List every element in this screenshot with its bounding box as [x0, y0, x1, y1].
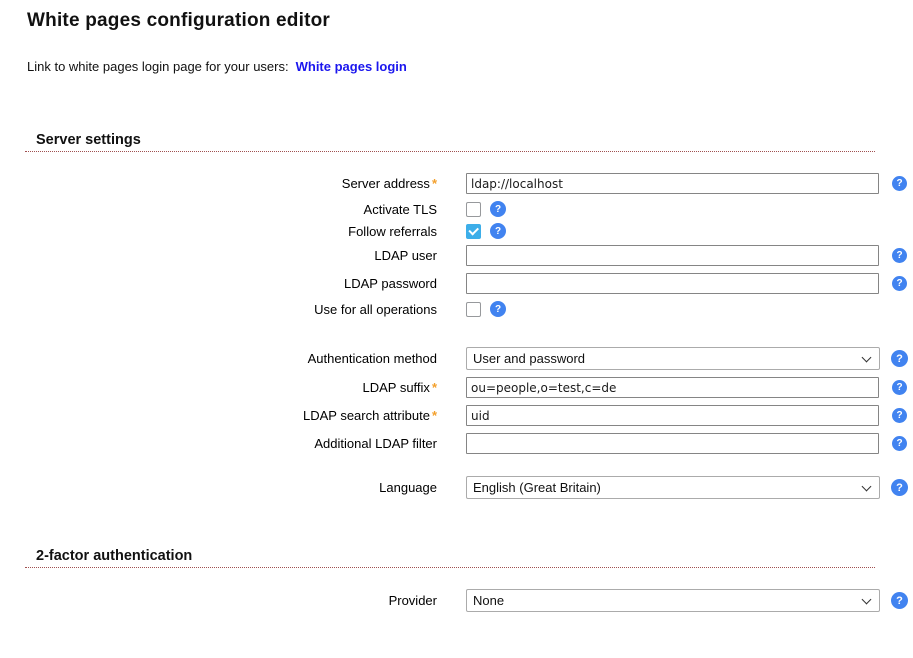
intro-line: Link to white pages login page for your … [27, 59, 913, 74]
ldap-search-attribute-input[interactable] [466, 405, 879, 426]
authentication-method-label-cell: Authentication method [25, 351, 437, 366]
help-icon[interactable]: ? [892, 380, 907, 395]
language-label: Language [379, 480, 437, 495]
additional-ldap-filter-label-cell: Additional LDAP filter [25, 436, 437, 451]
use-for-all-operations-checkbox[interactable] [466, 302, 481, 317]
language-label-cell: Language [25, 480, 437, 495]
row-follow-referrals: Follow referrals ? [25, 223, 913, 239]
ldap-password-input[interactable] [466, 273, 879, 294]
authentication-method-select[interactable]: User and password [466, 347, 880, 370]
row-language: Language English (Great Britain) ? [25, 476, 913, 499]
page-title: White pages configuration editor [27, 10, 913, 32]
use-for-all-operations-label: Use for all operations [314, 302, 437, 317]
help-icon[interactable]: ? [892, 436, 907, 451]
ldap-user-label: LDAP user [374, 248, 437, 263]
row-server-address: Server address* ? [25, 173, 913, 194]
activate-tls-label: Activate TLS [364, 202, 437, 217]
row-ldap-suffix: LDAP suffix* ? [25, 377, 913, 398]
language-selected-value: English (Great Britain) [473, 480, 601, 495]
section-title-server-settings: Server settings [36, 132, 141, 148]
help-icon[interactable]: ? [490, 201, 506, 217]
additional-ldap-filter-label: Additional LDAP filter [314, 436, 437, 451]
row-ldap-search-attribute: LDAP search attribute* ? [25, 405, 913, 426]
ldap-password-label: LDAP password [344, 276, 437, 291]
row-activate-tls: Activate TLS ? [25, 201, 913, 217]
help-icon[interactable]: ? [490, 301, 506, 317]
activate-tls-checkbox[interactable] [466, 202, 481, 217]
section-server-settings-header: Server settings [25, 131, 875, 152]
provider-select[interactable]: None [466, 589, 880, 612]
help-icon[interactable]: ? [891, 592, 908, 609]
ldap-suffix-label: LDAP suffix [362, 380, 429, 395]
help-icon[interactable]: ? [892, 408, 907, 423]
follow-referrals-checkbox[interactable] [466, 224, 481, 239]
server-address-label-cell: Server address* [25, 176, 437, 191]
ldap-search-attribute-label-cell: LDAP search attribute* [25, 408, 437, 423]
provider-selected-value: None [473, 593, 504, 608]
section-title-2fa: 2-factor authentication [36, 548, 192, 564]
server-settings-form: Server address* ? Activate TLS ? Follow … [0, 173, 913, 499]
activate-tls-label-cell: Activate TLS [25, 202, 437, 217]
help-icon[interactable]: ? [892, 248, 907, 263]
row-ldap-user: LDAP user ? [25, 245, 913, 266]
ldap-suffix-input[interactable] [466, 377, 879, 398]
use-for-all-operations-label-cell: Use for all operations [25, 302, 437, 317]
required-asterisk: * [432, 408, 437, 423]
authentication-method-selected-value: User and password [473, 351, 585, 366]
row-provider: Provider None ? [25, 589, 913, 612]
intro-text: Link to white pages login page for your … [27, 59, 289, 74]
help-icon[interactable]: ? [892, 276, 907, 291]
chevron-down-icon [862, 352, 872, 362]
follow-referrals-label: Follow referrals [348, 224, 437, 239]
chevron-down-icon [862, 594, 872, 604]
check-icon [468, 225, 478, 235]
white-pages-config-page: White pages configuration editor Link to… [0, 0, 913, 658]
row-authentication-method: Authentication method User and password … [25, 347, 913, 370]
ldap-user-input[interactable] [466, 245, 879, 266]
additional-ldap-filter-input[interactable] [466, 433, 879, 454]
authentication-method-label: Authentication method [308, 351, 437, 366]
help-icon[interactable]: ? [891, 479, 908, 496]
ldap-search-attribute-label: LDAP search attribute [303, 408, 430, 423]
help-icon[interactable]: ? [892, 176, 907, 191]
help-icon[interactable]: ? [490, 223, 506, 239]
section-2fa-header: 2-factor authentication [25, 547, 875, 568]
provider-label-cell: Provider [25, 593, 437, 608]
row-ldap-password: LDAP password ? [25, 273, 913, 294]
server-address-label: Server address [342, 176, 430, 191]
language-select[interactable]: English (Great Britain) [466, 476, 880, 499]
help-icon[interactable]: ? [891, 350, 908, 367]
server-address-input[interactable] [466, 173, 879, 194]
white-pages-login-link[interactable]: White pages login [296, 59, 407, 74]
two-factor-form: Provider None ? [0, 589, 913, 612]
row-use-for-all-operations: Use for all operations ? [25, 301, 913, 317]
ldap-suffix-label-cell: LDAP suffix* [25, 380, 437, 395]
ldap-user-label-cell: LDAP user [25, 248, 437, 263]
follow-referrals-label-cell: Follow referrals [25, 224, 437, 239]
required-asterisk: * [432, 380, 437, 395]
row-additional-ldap-filter: Additional LDAP filter ? [25, 433, 913, 454]
provider-label: Provider [389, 593, 437, 608]
ldap-password-label-cell: LDAP password [25, 276, 437, 291]
chevron-down-icon [862, 481, 872, 491]
required-asterisk: * [432, 176, 437, 191]
